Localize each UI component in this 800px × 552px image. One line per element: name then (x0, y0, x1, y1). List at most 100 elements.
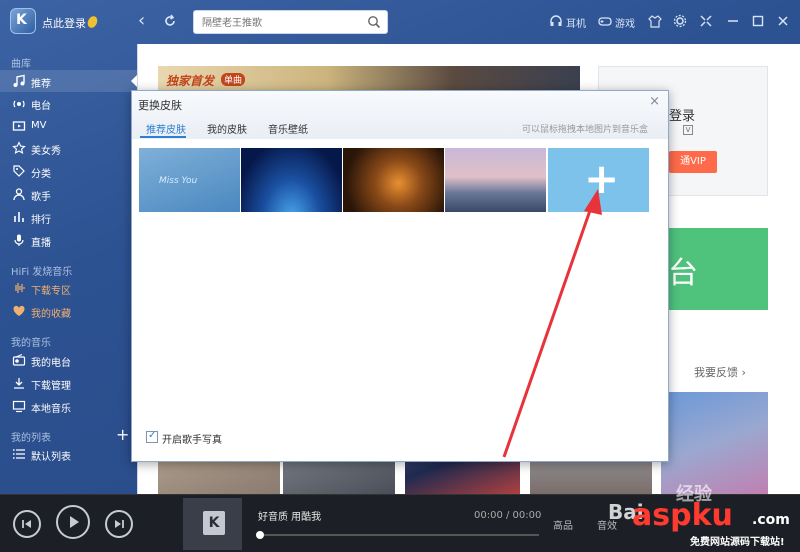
song-title: 好音质 用酷我 (258, 512, 322, 523)
sidebar-item-label: 排行 (31, 215, 51, 226)
feedback-link[interactable]: 我要反馈 › (694, 364, 746, 380)
aspku-watermark: aspku (632, 498, 733, 533)
skin-text: Miss You (159, 176, 198, 186)
sidebar-item-label: 电台 (31, 101, 51, 112)
sidebar-item-beauty[interactable]: 美女秀 (0, 137, 137, 159)
open-vip-button[interactable]: 通VIP (669, 151, 717, 173)
skin-thumb-snail[interactable] (343, 148, 444, 212)
mic-icon (14, 234, 24, 246)
dialog-header: 更换皮肤 × 推荐皮肤 我的皮肤 音乐壁纸 可以鼠标拖拽本地图片到音乐盒 (132, 91, 668, 139)
earphone-link[interactable]: 耳机 (566, 15, 586, 30)
aspku-slogan-watermark: 免费网站源码下载站! (690, 537, 785, 548)
gamepad-icon[interactable] (598, 14, 612, 28)
sidebar-item-live[interactable]: 直播 (0, 229, 137, 251)
annotation-arrow-icon (502, 189, 602, 458)
singer-photo-checkbox[interactable] (146, 430, 158, 443)
dialog-title: 更换皮肤 (138, 99, 182, 112)
tab-recommended-skins[interactable]: 推荐皮肤 (146, 121, 186, 136)
sidebar-item-label: 美女秀 (31, 146, 61, 157)
radio-icon (13, 100, 25, 108)
list-icon (12, 449, 25, 459)
gear-icon[interactable] (673, 14, 687, 28)
album-cover[interactable]: K (183, 498, 242, 550)
prev-button[interactable] (13, 510, 41, 538)
sidebar-item-label: 分类 (31, 169, 51, 180)
photo-thumb[interactable] (661, 392, 768, 494)
vip-badge: V (683, 125, 693, 135)
app-logo[interactable]: K (10, 8, 36, 34)
section-my-lists: 我的列表 (11, 433, 51, 444)
search-input[interactable] (202, 15, 362, 31)
sidebar-item-label: 直播 (31, 238, 51, 249)
progress-bar[interactable] (256, 531, 539, 539)
tag-icon (13, 165, 25, 177)
banner-title: 独家首发 (166, 74, 215, 88)
maximize-icon[interactable] (751, 14, 765, 28)
download-icon (14, 378, 24, 389)
headphone-icon[interactable] (549, 14, 563, 28)
sidebar-item-label: 歌手 (31, 192, 51, 203)
login-panel-title: 登录 (669, 109, 696, 124)
add-list-icon[interactable]: + (116, 427, 129, 443)
active-tab-indicator (140, 136, 186, 138)
coin-icon (85, 14, 100, 30)
sidebar-item-favorites[interactable]: 我的收藏 (0, 300, 137, 322)
sidebar-item-label: 下载管理 (31, 381, 71, 392)
minimize-icon[interactable] (726, 14, 740, 28)
shirt-icon[interactable] (648, 14, 662, 28)
tab-music-wallpaper[interactable]: 音乐壁纸 (268, 121, 308, 136)
search-icon[interactable] (367, 15, 381, 29)
sidebar-item-recommend[interactable]: 推荐 (0, 70, 137, 92)
sidebar-item-category[interactable]: 分类 (0, 160, 137, 182)
monitor-icon (12, 400, 26, 413)
next-icon (115, 520, 124, 528)
sidebar-item-label: 下载专区 (31, 286, 71, 297)
mini-mode-icon[interactable] (699, 14, 713, 28)
next-button[interactable] (105, 510, 133, 538)
back-icon[interactable]: ‹ (138, 11, 145, 31)
sidebar-item-download-zone[interactable]: 下载专区 (0, 277, 137, 299)
sidebar-item-local-music[interactable]: 本地音乐 (0, 395, 137, 417)
refresh-icon[interactable] (162, 13, 178, 29)
quality-button[interactable]: 高品 (553, 517, 573, 532)
sidebar-item-label: MV (31, 120, 47, 131)
sidebar-item-label: 我的收藏 (31, 309, 71, 320)
section-library: 曲库 (11, 59, 31, 70)
dialog-close-icon[interactable]: × (649, 94, 660, 109)
sidebar-item-label: 本地音乐 (31, 404, 71, 415)
sidebar-item-radio[interactable]: 电台 (0, 92, 137, 114)
my-radio-icon (12, 354, 26, 366)
title-bar: K 点此登录 ‹ 耳机 游戏 (0, 0, 800, 44)
kuwo-logo-icon: K (203, 511, 225, 535)
tab-my-skins[interactable]: 我的皮肤 (207, 121, 247, 136)
game-link[interactable]: 游戏 (615, 15, 635, 30)
play-icon (70, 516, 79, 528)
radio-card-title: 台 (668, 256, 698, 291)
kuwo-music-app: K 点此登录 ‹ 耳机 游戏 曲库 推荐 电台 MV (0, 0, 800, 552)
rank-icon (14, 212, 24, 222)
sidebar-item-singer[interactable]: 歌手 (0, 183, 137, 205)
skin-thumb-blue-earth[interactable] (241, 148, 342, 212)
banner-tag: 单曲 (221, 73, 246, 86)
login-link[interactable]: 点此登录 (42, 15, 86, 31)
sidebar-item-default-list[interactable]: 默认列表 (0, 443, 137, 465)
heart-icon (13, 305, 25, 316)
singer-photo-label[interactable]: 开启歌手写真 (162, 431, 222, 446)
sidebar-item-rank[interactable]: 排行 (0, 206, 137, 228)
search-box[interactable] (193, 10, 388, 34)
sidebar-item-mv[interactable]: MV (0, 115, 137, 137)
drag-hint: 可以鼠标拖拽本地图片到音乐盒 (521, 125, 648, 135)
progress-knob[interactable] (256, 531, 264, 539)
user-icon (13, 188, 25, 201)
mv-icon (12, 121, 26, 131)
prev-icon (22, 520, 31, 528)
sidebar-item-download-manager[interactable]: 下载管理 (0, 372, 137, 394)
skin-thumb-miss-you[interactable]: Miss You (139, 148, 240, 212)
sidebar-item-label: 默认列表 (31, 452, 71, 463)
sidebar-item-my-radio[interactable]: 我的电台 (0, 349, 137, 371)
play-button[interactable] (56, 505, 90, 539)
close-icon[interactable] (776, 14, 790, 28)
play-time: 00:00 / 00:00 (474, 510, 542, 521)
section-hifi: HiFi 发烧音乐 (11, 267, 73, 278)
wave-icon (15, 283, 25, 293)
